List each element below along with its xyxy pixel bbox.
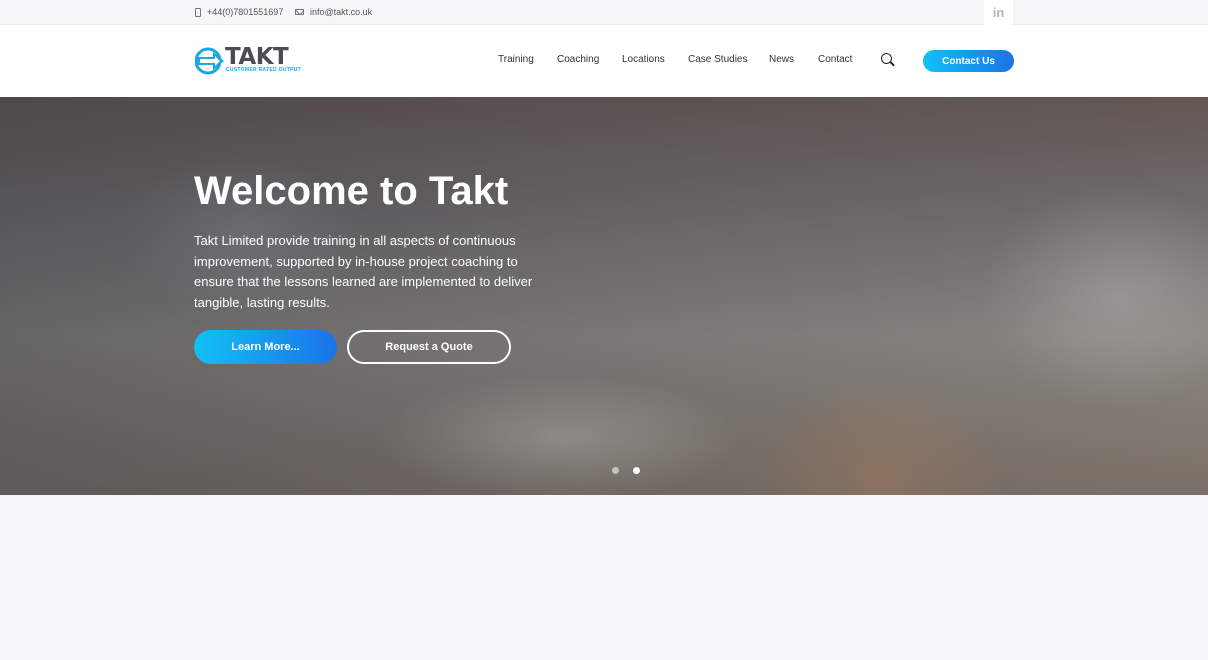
takt-logo[interactable]: TAKT CUSTOMER RATED OUTPUT	[195, 44, 305, 77]
linkedin-label: in	[992, 5, 1005, 20]
email-contact[interactable]: info@takt.co.uk	[295, 7, 372, 17]
hero-title: Welcome to Takt	[194, 169, 509, 213]
hero-slider: Welcome to Takt Takt Limited provide tra…	[0, 97, 1208, 495]
logo-tagline: CUSTOMER RATED OUTPUT	[226, 67, 302, 73]
top-bar: +44(0)7801551697 info@takt.co.uk in	[0, 0, 1208, 25]
phone-contact[interactable]: +44(0)7801551697	[195, 7, 283, 17]
nav-case-studies[interactable]: Case Studies	[688, 54, 747, 65]
slider-dot-2-active[interactable]	[633, 467, 640, 474]
email-address[interactable]: info@takt.co.uk	[310, 7, 372, 17]
logo-arrow-icon	[195, 47, 224, 75]
hero-image-overlay	[0, 97, 1208, 495]
slider-dot-1[interactable]	[612, 467, 619, 474]
nav-news[interactable]: News	[769, 54, 794, 65]
phone-icon	[195, 7, 201, 17]
site-header: TAKT CUSTOMER RATED OUTPUT Training Coac…	[0, 25, 1208, 97]
nav-training[interactable]: Training	[498, 54, 534, 65]
envelope-icon	[295, 9, 304, 15]
contact-us-button[interactable]: Contact Us	[923, 50, 1014, 72]
nav-locations[interactable]: Locations	[622, 54, 665, 65]
nav-coaching[interactable]: Coaching	[557, 54, 599, 65]
phone-number[interactable]: +44(0)7801551697	[207, 7, 283, 17]
linkedin-icon[interactable]: in	[984, 0, 1013, 25]
learn-more-button[interactable]: Learn More...	[194, 330, 337, 364]
nav-contact[interactable]: Contact	[818, 54, 852, 65]
request-quote-button[interactable]: Request a Quote	[347, 330, 511, 364]
search-icon[interactable]	[881, 53, 895, 67]
hero-description: Takt Limited provide training in all asp…	[194, 233, 533, 310]
